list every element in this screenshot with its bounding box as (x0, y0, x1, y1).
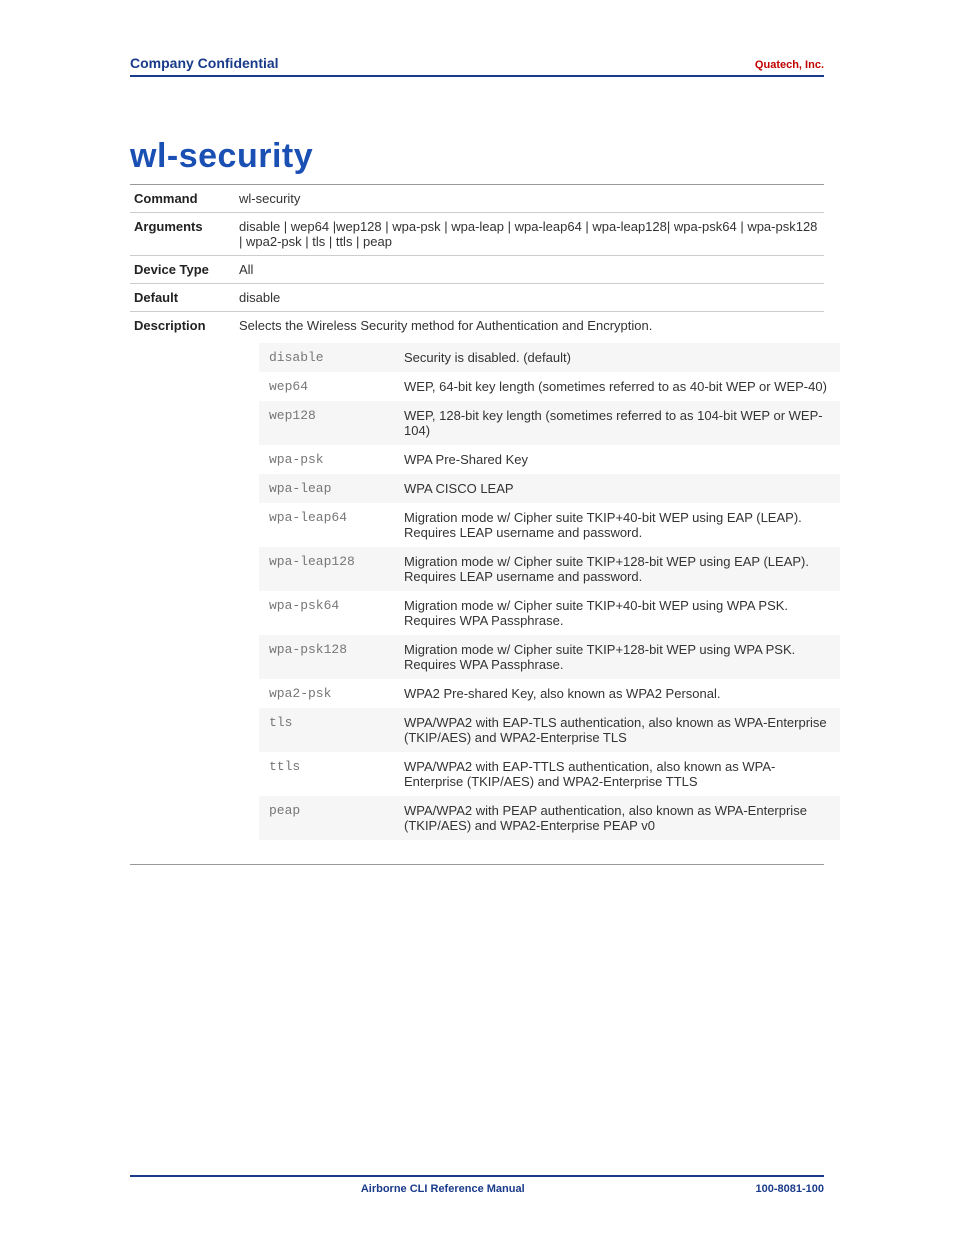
argument-row: wep128WEP, 128-bit key length (sometimes… (259, 401, 840, 445)
header-company: Quatech, Inc. (755, 59, 824, 71)
meta-row-command: Command wl-security (130, 185, 824, 213)
meta-label: Description (130, 312, 235, 847)
meta-label: Command (130, 185, 235, 213)
footer-doc-number: 100-8081-100 (755, 1183, 824, 1195)
argument-row: wpa-leapWPA CISCO LEAP (259, 474, 840, 503)
argument-row: peapWPA/WPA2 with PEAP authentication, a… (259, 796, 840, 840)
argument-row: disableSecurity is disabled. (default) (259, 343, 840, 372)
footer-manual-title: Airborne CLI Reference Manual (361, 1183, 525, 1195)
page-footer: Airborne CLI Reference Manual 100-8081-1… (130, 1175, 824, 1195)
argument-name: wpa-leap (259, 474, 394, 503)
argument-description: Migration mode w/ Cipher suite TKIP+128-… (394, 635, 840, 679)
meta-row-description: Description Selects the Wireless Securit… (130, 312, 824, 847)
argument-name: wpa-psk64 (259, 591, 394, 635)
page-title: wl-security (130, 137, 824, 176)
header-confidential: Company Confidential (130, 55, 279, 71)
meta-label: Device Type (130, 256, 235, 284)
argument-row: wpa-leap128Migration mode w/ Cipher suit… (259, 547, 840, 591)
meta-value: disable (235, 284, 824, 312)
meta-value: wl-security (235, 185, 824, 213)
argument-description: WPA CISCO LEAP (394, 474, 840, 503)
meta-row-arguments: Arguments disable | wep64 |wep128 | wpa-… (130, 213, 824, 256)
argument-row: ttlsWPA/WPA2 with EAP-TTLS authenticatio… (259, 752, 840, 796)
argument-name: wpa-psk (259, 445, 394, 474)
argument-row: wpa2-pskWPA2 Pre-shared Key, also known … (259, 679, 840, 708)
argument-description: Migration mode w/ Cipher suite TKIP+128-… (394, 547, 840, 591)
argument-description: WPA/WPA2 with PEAP authentication, also … (394, 796, 840, 840)
argument-row: wpa-psk128Migration mode w/ Cipher suite… (259, 635, 840, 679)
meta-label: Default (130, 284, 235, 312)
argument-row: wpa-psk64Migration mode w/ Cipher suite … (259, 591, 840, 635)
argument-name: tls (259, 708, 394, 752)
argument-description: WEP, 128-bit key length (sometimes refer… (394, 401, 840, 445)
argument-row: wpa-pskWPA Pre-Shared Key (259, 445, 840, 474)
argument-description: Migration mode w/ Cipher suite TKIP+40-b… (394, 503, 840, 547)
meta-label: Arguments (130, 213, 235, 256)
meta-row-devicetype: Device Type All (130, 256, 824, 284)
argument-description: WPA Pre-Shared Key (394, 445, 840, 474)
argument-name: wpa-psk128 (259, 635, 394, 679)
argument-name: disable (259, 343, 394, 372)
argument-name: wpa2-psk (259, 679, 394, 708)
argument-name: wpa-leap64 (259, 503, 394, 547)
argument-row: wep64WEP, 64-bit key length (sometimes r… (259, 372, 840, 401)
description-text: Selects the Wireless Security method for… (239, 318, 652, 333)
argument-description: WEP, 64-bit key length (sometimes referr… (394, 372, 840, 401)
argument-name: wpa-leap128 (259, 547, 394, 591)
page-header: Company Confidential Quatech, Inc. (130, 55, 824, 77)
argument-name: peap (259, 796, 394, 840)
argument-row: tlsWPA/WPA2 with EAP-TLS authentication,… (259, 708, 840, 752)
argument-name: ttls (259, 752, 394, 796)
meta-value: disable | wep64 |wep128 | wpa-psk | wpa-… (235, 213, 824, 256)
arguments-table: disableSecurity is disabled. (default)we… (259, 343, 840, 840)
argument-name: wep128 (259, 401, 394, 445)
argument-description: WPA/WPA2 with EAP-TLS authentication, al… (394, 708, 840, 752)
meta-row-default: Default disable (130, 284, 824, 312)
argument-description: Security is disabled. (default) (394, 343, 840, 372)
argument-row: wpa-leap64Migration mode w/ Cipher suite… (259, 503, 840, 547)
document-page: Company Confidential Quatech, Inc. wl-se… (0, 0, 954, 1235)
argument-description: WPA/WPA2 with EAP-TTLS authentication, a… (394, 752, 840, 796)
section-bottom-rule (130, 864, 824, 865)
meta-value: Selects the Wireless Security method for… (235, 312, 824, 847)
argument-description: WPA2 Pre-shared Key, also known as WPA2 … (394, 679, 840, 708)
command-meta-table: Command wl-security Arguments disable | … (130, 184, 824, 846)
meta-value: All (235, 256, 824, 284)
argument-description: Migration mode w/ Cipher suite TKIP+40-b… (394, 591, 840, 635)
argument-name: wep64 (259, 372, 394, 401)
